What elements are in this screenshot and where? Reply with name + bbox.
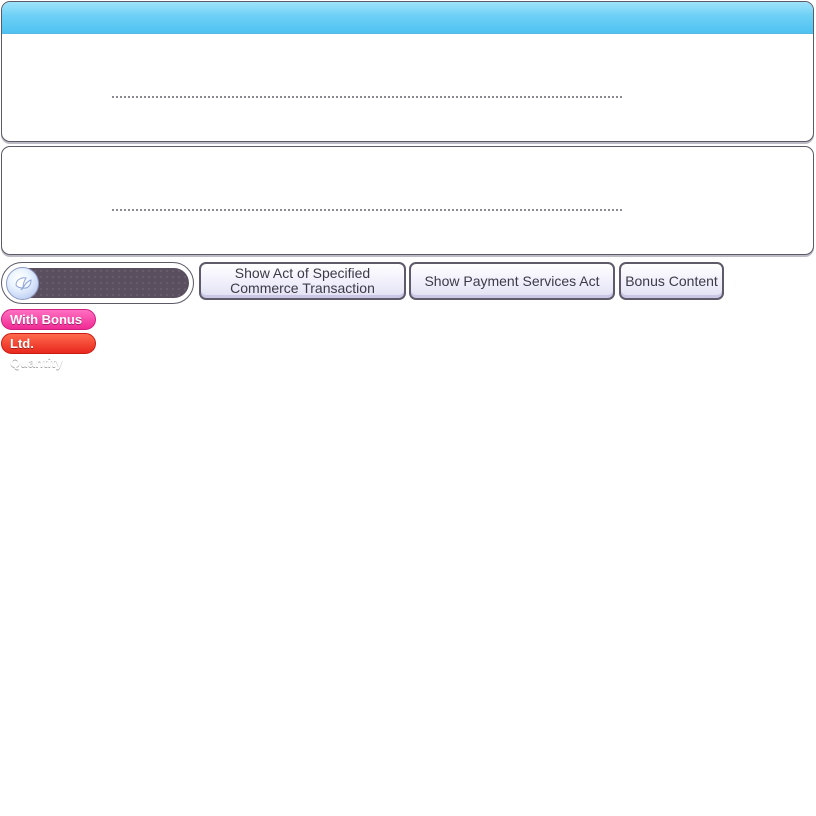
dotted-divider (112, 96, 622, 98)
gem-icon (6, 267, 39, 300)
show-commerce-act-button[interactable]: Show Act of Specified Commerce Transacti… (199, 262, 406, 300)
currency-display (1, 262, 194, 304)
panel-header-bar (2, 2, 813, 34)
show-payment-services-act-button[interactable]: Show Payment Services Act (409, 262, 615, 300)
with-bonus-badge: With Bonus (1, 309, 96, 330)
shop-item-panel-bottom[interactable] (1, 146, 814, 255)
limited-quantity-badge: Ltd. Quantity (1, 333, 96, 370)
shop-item-panel-top[interactable] (1, 1, 814, 142)
bonus-content-button[interactable]: Bonus Content (619, 262, 724, 300)
dotted-divider (112, 209, 622, 211)
shop-screen: Show Act of Specified Commerce Transacti… (0, 0, 816, 816)
